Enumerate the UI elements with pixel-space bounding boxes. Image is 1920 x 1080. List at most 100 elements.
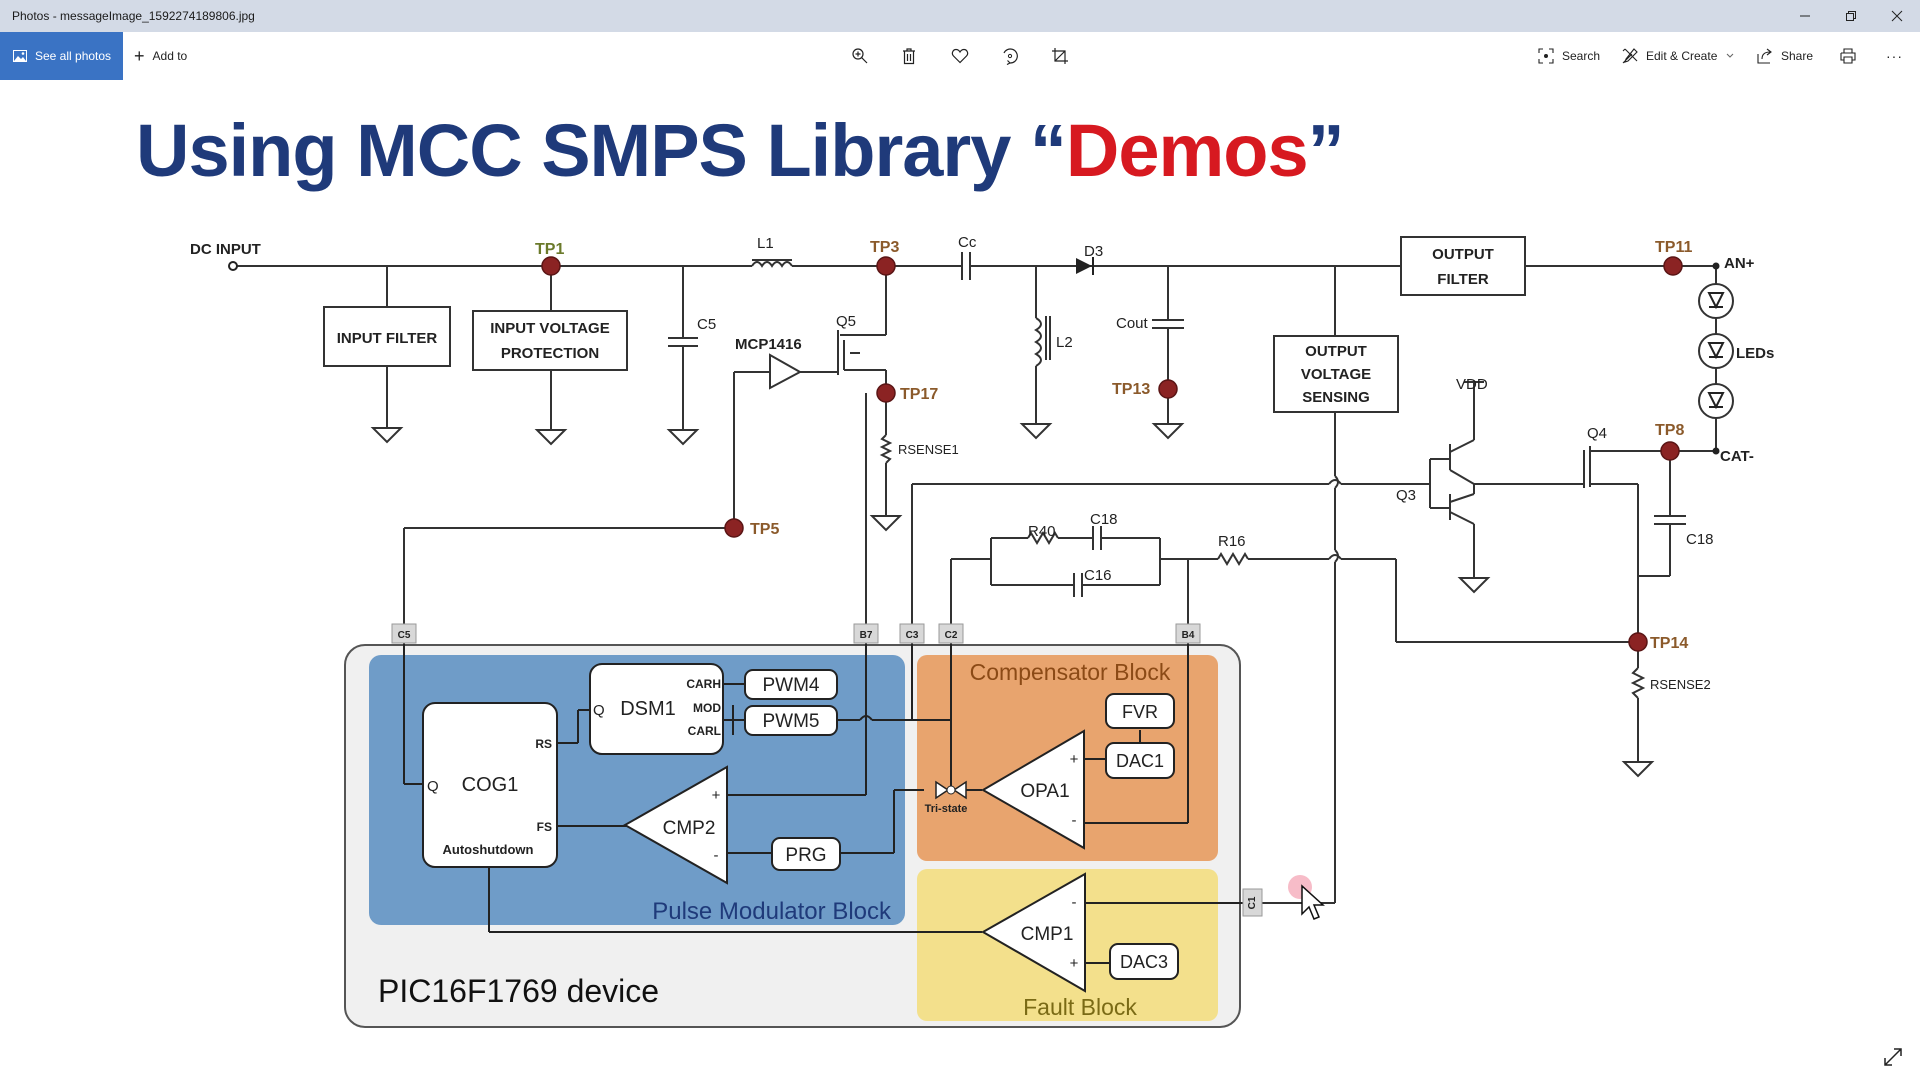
label-ovs-line2: VOLTAGE	[1301, 366, 1371, 383]
print-icon	[1840, 48, 1856, 64]
autoshutdown-label: Autoshutdown	[443, 842, 534, 857]
edit-create-icon	[1622, 48, 1638, 64]
zoom-in-icon	[852, 48, 868, 64]
label-c18a: C18	[1090, 511, 1118, 528]
pin-label-c3: C3	[906, 630, 919, 641]
edit-create-button[interactable]: Edit & Create	[1622, 32, 1735, 80]
pwm5-block	[744, 705, 838, 736]
label-c16: C16	[1084, 567, 1112, 584]
fvr-block	[1105, 693, 1175, 729]
label-mcp1416: MCP1416	[735, 336, 802, 353]
label-c5: C5	[697, 316, 716, 333]
rotate-button[interactable]	[998, 44, 1022, 68]
compensator-block	[917, 655, 1218, 861]
tristate-label: Tri-state	[925, 803, 968, 815]
cog-rs-label: RS	[535, 737, 552, 751]
cmp1-minus: -	[1072, 894, 1077, 911]
delete-button[interactable]	[897, 44, 921, 68]
label-q4: Q4	[1587, 425, 1607, 442]
window-title: Photos - messageImage_1592274189806.jpg	[12, 9, 255, 23]
pwm4-block	[744, 669, 838, 700]
label-r16: R16	[1218, 533, 1246, 550]
cog1-label: COG1	[462, 774, 519, 796]
restore-button[interactable]	[1828, 0, 1874, 32]
search-button[interactable]: Search	[1538, 32, 1600, 80]
pin-label-b4: B4	[1182, 630, 1195, 641]
plus-icon: +	[134, 45, 145, 66]
chevron-down-icon	[1726, 53, 1734, 58]
title-quote-open: “	[1029, 109, 1067, 192]
label-input-filter: INPUT FILTER	[337, 330, 438, 347]
pulse-modulator-block	[369, 655, 905, 925]
close-button[interactable]	[1874, 0, 1920, 32]
share-button[interactable]: Share	[1757, 32, 1813, 80]
opa1-amplifier	[981, 729, 1085, 850]
crop-icon	[1052, 48, 1068, 64]
carl-label: CARL	[688, 724, 721, 738]
cog-q-label: Q	[427, 778, 439, 795]
dc-input-terminal	[228, 261, 238, 271]
label-ivp-line1: INPUT VOLTAGE	[490, 320, 609, 337]
favorite-button[interactable]	[948, 44, 972, 68]
label-r40: R40	[1028, 523, 1056, 540]
prg-label: PRG	[785, 845, 826, 866]
crop-button[interactable]	[1048, 44, 1072, 68]
restore-icon	[1846, 11, 1856, 21]
label-leds: LEDs	[1736, 345, 1774, 362]
opa1-minus: -	[1072, 812, 1077, 829]
label-c18b: C18	[1686, 531, 1714, 548]
edit-create-label: Edit & Create	[1646, 49, 1718, 63]
pin-b7	[853, 623, 879, 644]
label-ivp-line2: PROTECTION	[501, 345, 599, 362]
dsm1-block	[589, 663, 724, 755]
add-to-label: Add to	[152, 49, 188, 63]
share-icon	[1757, 48, 1772, 64]
carh-label: CARH	[686, 677, 721, 691]
led-diode-glyphs	[1707, 292, 1725, 410]
title-quote-close: ”	[1307, 109, 1345, 192]
opa1-plus: +	[1070, 751, 1079, 768]
cmp2-minus: -	[714, 847, 719, 864]
opa1-label: OPA1	[1020, 781, 1069, 802]
pulse-block-label: Pulse Modulator Block	[652, 898, 892, 925]
add-to-button[interactable]: + Add to	[134, 32, 187, 80]
label-tp11: TP11	[1655, 239, 1692, 256]
pin-label-c2: C2	[945, 630, 958, 641]
pwm5-label: PWM5	[763, 711, 820, 732]
more-options-button[interactable]: ···	[1886, 32, 1903, 80]
cmp2-label: CMP2	[663, 818, 716, 839]
prg-block	[771, 837, 841, 871]
label-ovs-line1: OUTPUT	[1305, 343, 1367, 360]
cmp1-plus: +	[1070, 955, 1079, 972]
see-all-photos-label: See all photos	[35, 49, 112, 63]
dac1-label: DAC1	[1116, 751, 1164, 771]
delete-icon	[903, 48, 915, 65]
pin-label-c1: C1	[1247, 896, 1258, 909]
minimize-button[interactable]	[1782, 0, 1828, 32]
testpoint-tp13	[1158, 379, 1178, 399]
testpoint-tp17	[876, 383, 896, 403]
print-button[interactable]	[1836, 44, 1860, 68]
search-icon	[1538, 48, 1554, 64]
title-main: Using MCC SMPS Library	[136, 109, 1030, 192]
see-all-photos-button[interactable]: See all photos	[0, 32, 123, 80]
label-d3: D3	[1084, 243, 1103, 260]
dac3-label: DAC3	[1120, 952, 1168, 972]
label-q3: Q3	[1396, 487, 1416, 504]
pin-c1	[1242, 888, 1263, 917]
fullscreen-button[interactable]	[1882, 1046, 1906, 1070]
search-label: Search	[1562, 49, 1601, 63]
comp-block-label: Compensator Block	[970, 659, 1171, 685]
label-l1: L1	[757, 235, 774, 252]
label-rsense2: RSENSE2	[1650, 677, 1711, 692]
pwm4-label: PWM4	[763, 675, 820, 696]
cmp1-label: CMP1	[1021, 924, 1074, 945]
label-tp14: TP14	[1650, 635, 1688, 652]
zoom-in-button[interactable]	[848, 44, 872, 68]
photos-icon	[13, 50, 27, 62]
favorite-icon	[951, 48, 969, 64]
label-q5: Q5	[836, 313, 856, 330]
label-dc-input: DC INPUT	[190, 241, 261, 258]
testpoint-tp1	[541, 256, 561, 276]
tristate-buffer	[935, 780, 967, 800]
